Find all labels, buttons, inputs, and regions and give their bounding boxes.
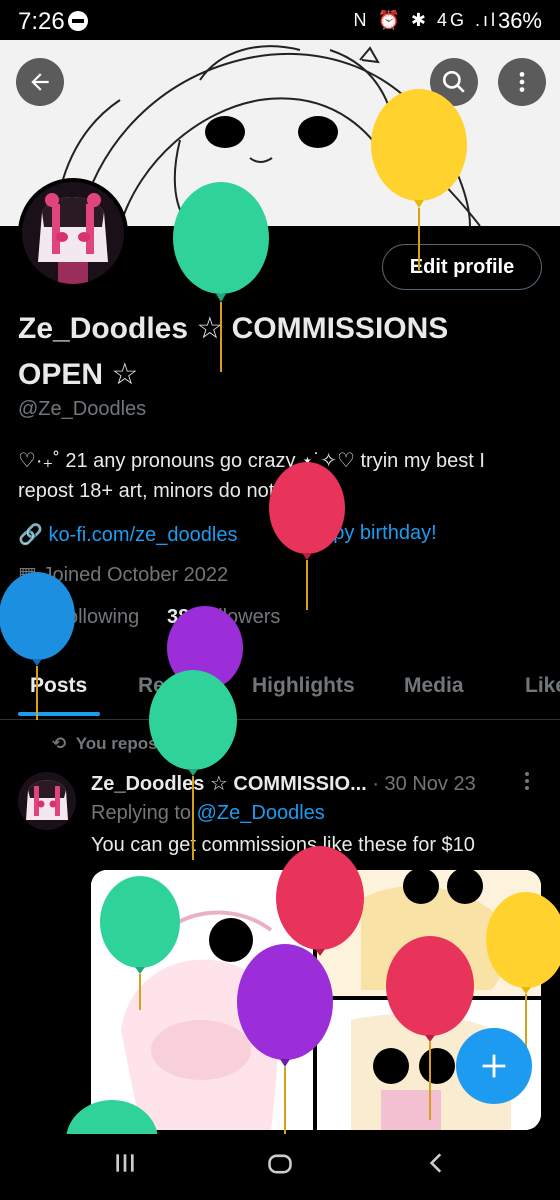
balloon-green [100, 876, 180, 1010]
balloon-red [269, 462, 345, 610]
system-back-button[interactable] [424, 1150, 450, 1183]
home-button[interactable] [266, 1150, 294, 1185]
balloon-purple [237, 944, 333, 1134]
chevron-left-icon [429, 1153, 442, 1173]
recent-apps-button[interactable] [112, 1150, 138, 1183]
balloon-green [149, 670, 237, 860]
balloon-yellow [371, 89, 467, 270]
compose-button[interactable] [456, 1028, 532, 1104]
system-nav-bar [0, 1134, 560, 1200]
birthday-balloons [0, 89, 560, 1180]
balloon-red [386, 936, 474, 1120]
balloon-red [276, 846, 364, 956]
home-icon [268, 1154, 292, 1174]
plus-icon [482, 1054, 506, 1078]
balloon-green [173, 182, 269, 372]
recent-apps-icon [116, 1154, 134, 1172]
balloon-blue [0, 572, 75, 720]
